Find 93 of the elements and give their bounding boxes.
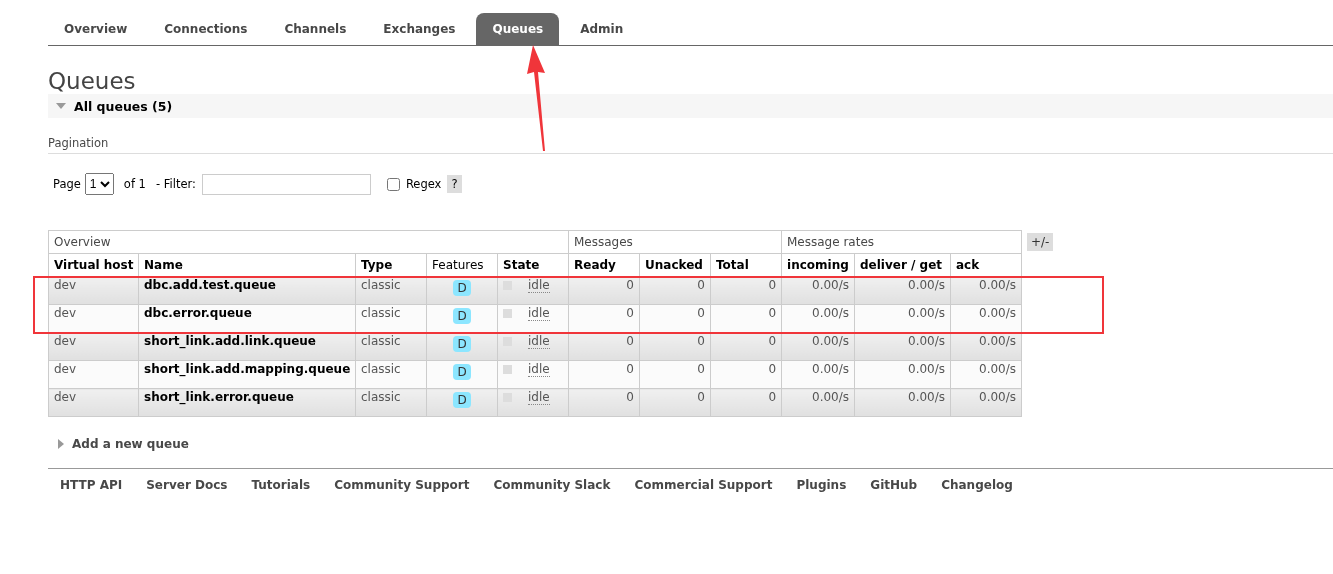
table-cell: 0.00/s <box>854 360 951 389</box>
state-icon <box>503 309 512 318</box>
table-cell: 0.00/s <box>950 360 1022 389</box>
table-cell: 0.00/s <box>950 332 1022 361</box>
table-cell: 0.00/s <box>781 304 855 333</box>
table-cell: 0.00/s <box>781 276 855 305</box>
table-cell: 0.00/s <box>854 388 951 417</box>
regex-checkbox[interactable] <box>386 177 400 191</box>
table-cell: 0 <box>639 388 711 417</box>
table-cell: 0 <box>568 304 640 333</box>
table-cell: 0.00/s <box>950 276 1022 305</box>
help-button[interactable]: ? <box>447 175 462 193</box>
state-text: idle <box>528 362 550 377</box>
queue-name-link[interactable]: short_link.add.mapping.queue <box>138 360 356 389</box>
state-text: idle <box>528 390 550 405</box>
table-cell: 0 <box>710 360 782 389</box>
table-cell: 0 <box>710 304 782 333</box>
queue-name-link[interactable]: dbc.error.queue <box>138 304 356 333</box>
triangle-icon <box>58 439 64 449</box>
table-cell: classic <box>355 304 427 333</box>
table-cell: classic <box>355 360 427 389</box>
feature-badge: D <box>453 280 471 296</box>
footer-link[interactable]: Tutorials <box>251 478 311 492</box>
table-cell: 0 <box>710 332 782 361</box>
footer-link[interactable]: Commercial Support <box>634 478 773 492</box>
state-text: idle <box>528 306 550 321</box>
table-cell: dev <box>48 360 139 389</box>
table-cell: 0 <box>639 276 711 305</box>
column-group-header: Messages <box>568 230 782 254</box>
table-cell: classic <box>355 276 427 305</box>
footer-link[interactable]: HTTP API <box>60 478 123 492</box>
table-cell: 0 <box>710 388 782 417</box>
table-cell: 0.00/s <box>781 360 855 389</box>
filter-label: - Filter: <box>155 177 196 191</box>
queue-name-link[interactable]: dbc.add.test.queue <box>138 276 356 305</box>
nav-tab[interactable]: Overview <box>48 13 144 45</box>
triangle-icon <box>56 103 66 109</box>
section-header[interactable]: All queues (5) <box>48 94 1333 118</box>
feature-badge: D <box>453 364 471 380</box>
section-title: Add a new queue <box>72 437 189 451</box>
table-cell: 0.00/s <box>781 332 855 361</box>
filter-field[interactable] <box>201 173 371 195</box>
nav-tab[interactable]: Admin <box>564 13 640 45</box>
footer-link[interactable]: Server Docs <box>146 478 228 492</box>
state-text: idle <box>528 278 550 293</box>
table-cell: dev <box>48 332 139 361</box>
table-cell: dev <box>48 388 139 417</box>
nav-tab[interactable]: Queues <box>476 13 560 45</box>
nav-tab[interactable]: Channels <box>268 13 363 45</box>
section-title: All queues (5) <box>74 98 173 114</box>
table-cell: dev <box>48 304 139 333</box>
page-title: Queues <box>48 68 137 94</box>
columns-toggle-button[interactable]: +/- <box>1027 233 1054 251</box>
column-group-header: Message rates <box>781 230 1022 254</box>
pagination-label: Pagination <box>48 136 1333 154</box>
feature-badge: D <box>453 336 471 352</box>
footer-link[interactable]: Community Support <box>334 478 470 492</box>
queue-name-link[interactable]: short_link.add.link.queue <box>138 332 356 361</box>
table-cell: 0.00/s <box>950 304 1022 333</box>
nav-tab[interactable]: Connections <box>148 13 264 45</box>
table-cell: 0 <box>568 276 640 305</box>
footer-link[interactable]: Plugins <box>796 478 847 492</box>
column-group-header: Overview <box>48 230 569 254</box>
page-select[interactable]: 1 <box>84 173 114 195</box>
feature-badge: D <box>453 392 471 408</box>
feature-badge: D <box>453 308 471 324</box>
table-cell: 0.00/s <box>854 304 951 333</box>
page-label: Page <box>53 177 81 191</box>
table-cell: 0.00/s <box>950 388 1022 417</box>
table-cell: 0.00/s <box>781 388 855 417</box>
page-count: of 1 <box>123 177 146 191</box>
table-cell: dev <box>48 276 139 305</box>
footer-link[interactable]: Community Slack <box>493 478 611 492</box>
table-cell: classic <box>355 388 427 417</box>
table-cell: 0 <box>710 276 782 305</box>
table-cell: 0.00/s <box>854 332 951 361</box>
nav-tab[interactable]: Exchanges <box>367 13 472 45</box>
footer-link[interactable]: Changelog <box>941 478 1013 492</box>
table-cell: 0 <box>639 332 711 361</box>
state-text: idle <box>528 334 550 349</box>
table-cell: 0 <box>568 388 640 417</box>
section-header[interactable]: Add a new queue <box>48 437 1333 451</box>
table-cell: 0 <box>639 304 711 333</box>
table-cell: 0.00/s <box>854 276 951 305</box>
queue-name-link[interactable]: short_link.error.queue <box>138 388 356 417</box>
state-icon <box>503 365 512 374</box>
regex-label: Regex <box>405 177 442 191</box>
table-cell: 0 <box>639 360 711 389</box>
column-header: Virtual host <box>48 253 139 277</box>
footer-link[interactable]: GitHub <box>870 478 918 492</box>
table-cell: 0 <box>568 360 640 389</box>
table-cell: classic <box>355 332 427 361</box>
table-cell: 0 <box>568 332 640 361</box>
